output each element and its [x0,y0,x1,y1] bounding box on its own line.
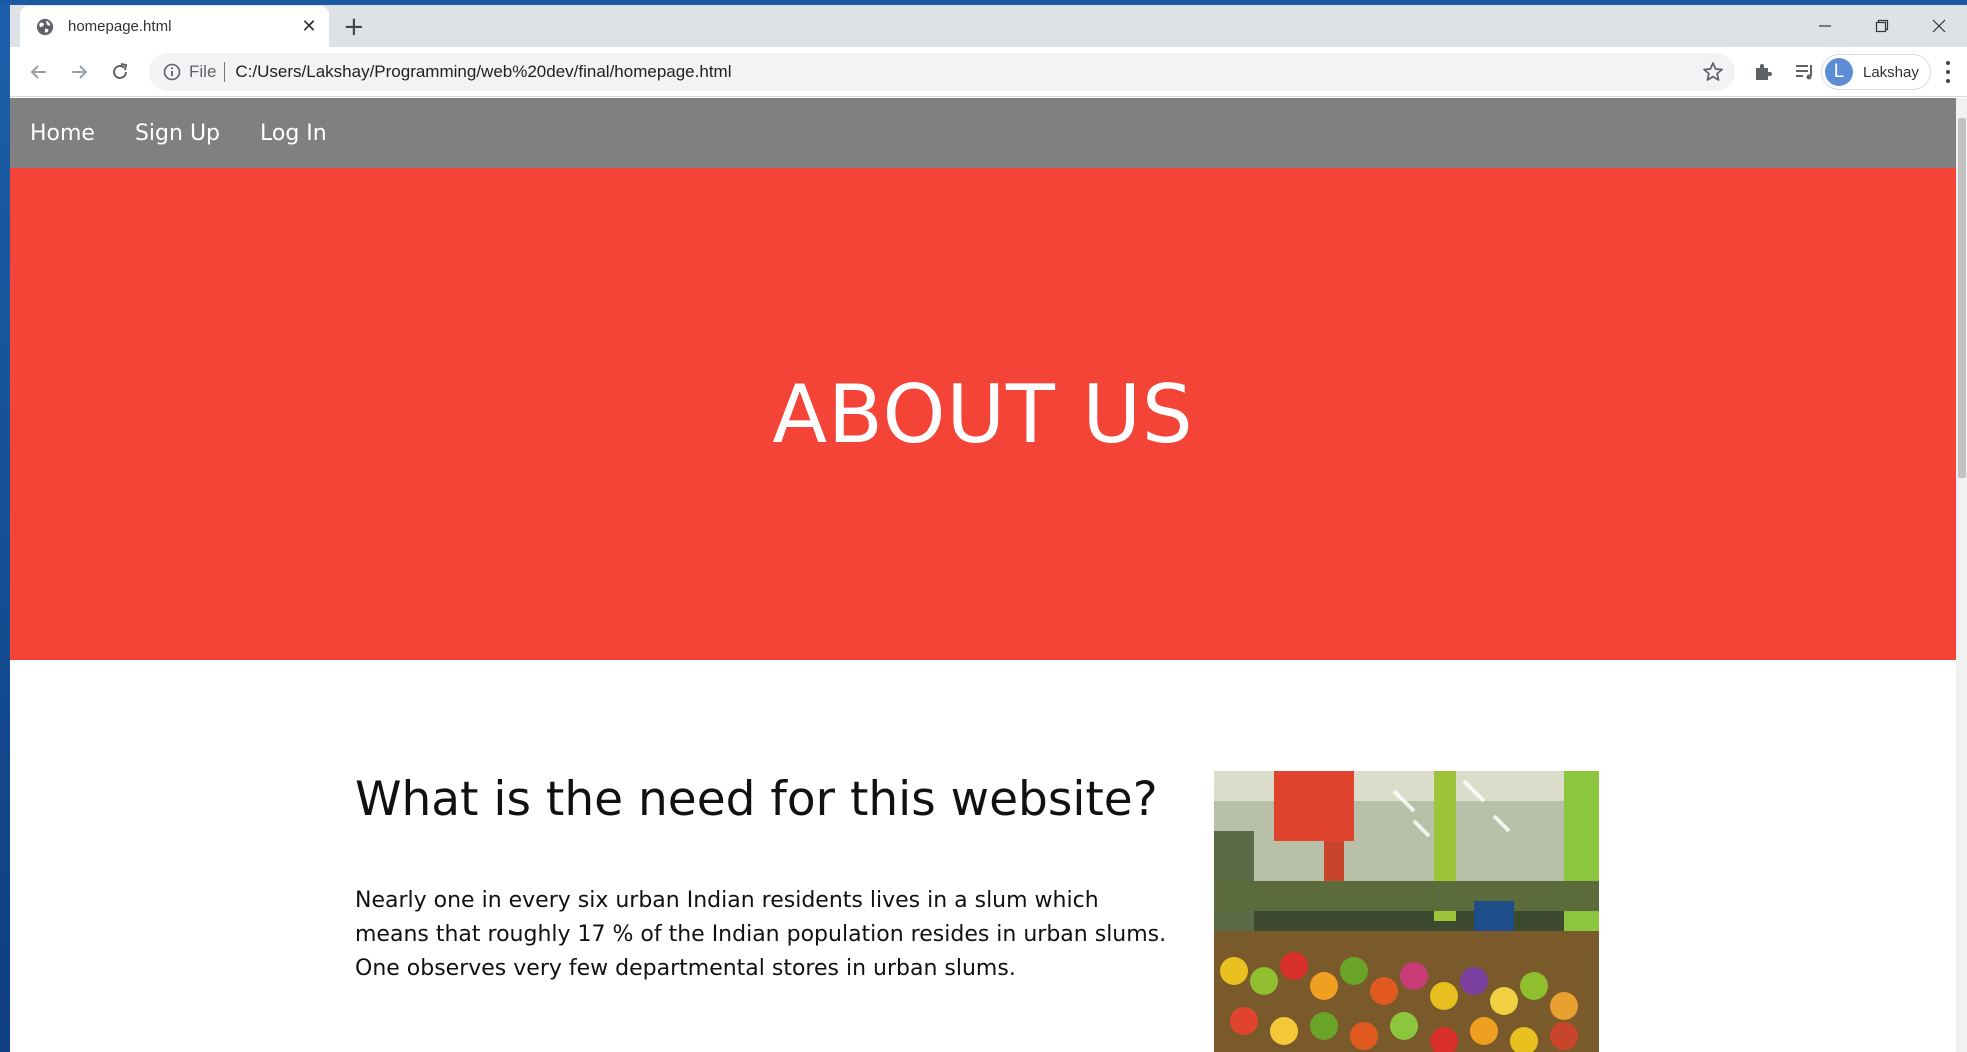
vertical-scrollbar[interactable] [1956,98,1967,1052]
nav-sign-up[interactable]: Sign Up [135,121,220,146]
globe-icon [36,18,54,35]
avatar: L [1825,58,1853,86]
forward-arrow-icon[interactable] [64,57,94,87]
nav-log-in[interactable]: Log In [260,121,327,146]
address-bar[interactable]: File C:/Users/Lakshay/Programming/web%20… [149,53,1735,91]
url-scheme: File [189,62,217,81]
supermarket-photo [1214,771,1599,1052]
minimize-icon[interactable] [1796,5,1853,47]
profile-name: Lakshay [1863,63,1919,81]
new-tab-icon[interactable]: + [343,14,365,40]
tab-strip: homepage.html ✕ + [10,5,1967,47]
desktop-edge [0,0,10,1052]
url-text[interactable]: C:/Users/Lakshay/Programming/web%20dev/f… [235,62,1701,82]
restore-icon[interactable] [1853,5,1910,47]
playlist-icon[interactable] [1793,60,1817,84]
nav-home[interactable]: Home [30,121,95,146]
puzzle-icon[interactable] [1752,60,1776,84]
tab-title: homepage.html [68,18,172,35]
active-tab[interactable]: homepage.html ✕ [20,6,329,47]
browser-toolbar: File C:/Users/Lakshay/Programming/web%20… [10,47,1967,97]
kebab-menu-icon[interactable] [1938,61,1958,83]
hero-title: ABOUT US [772,367,1194,461]
section-heading: What is the need for this website? [355,772,1158,827]
hero-banner: ABOUT US [10,168,1956,660]
url-separator [224,62,226,82]
profile-button[interactable]: L Lakshay [1821,54,1931,90]
info-icon[interactable] [163,63,181,81]
back-arrow-icon[interactable] [24,57,54,87]
section-paragraph: Nearly one in every six urban Indian res… [355,888,1167,981]
close-window-icon[interactable] [1910,5,1967,47]
window-controls [1796,5,1967,47]
close-tab-icon[interactable]: ✕ [289,16,329,37]
site-navbar: Home Sign Up Log In [10,98,1956,168]
reload-icon[interactable] [105,57,135,87]
star-icon[interactable] [1701,60,1725,84]
scrollbar-thumb[interactable] [1958,118,1966,478]
